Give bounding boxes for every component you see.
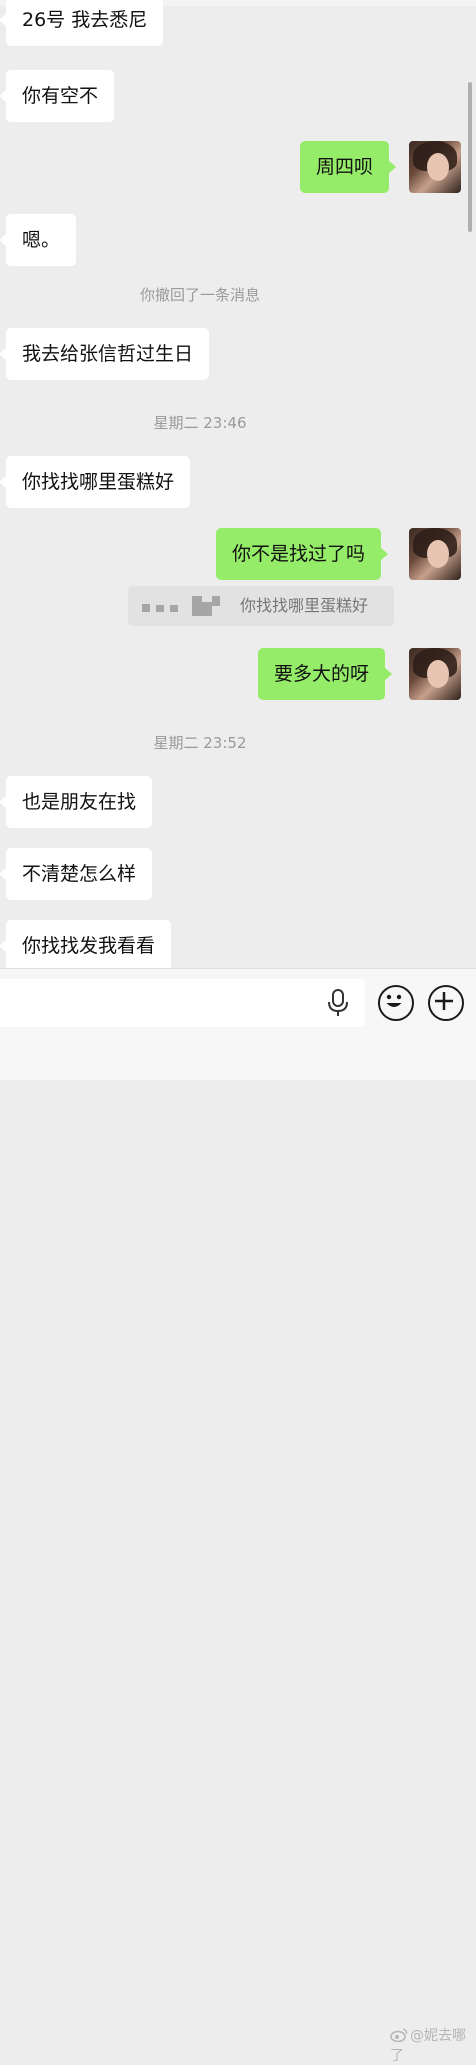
recall-notice: 你撤回了一条消息 [139, 286, 260, 304]
scrollbar[interactable] [468, 82, 472, 232]
blurred-name [140, 596, 230, 616]
quoted-text: 你找找哪里蛋糕好 [240, 596, 369, 615]
message-bubble-outgoing[interactable]: 要多大的呀 [258, 648, 393, 700]
message-bubble-outgoing[interactable]: 周四呗 [300, 141, 397, 193]
message-bubble-outgoing[interactable]: 你不是找过了吗 [216, 528, 389, 580]
more-button[interactable] [428, 985, 464, 1021]
message-bubble-incoming[interactable]: 不清楚怎么样 [0, 848, 153, 900]
watermark: @妮去哪了 [390, 2025, 476, 2065]
timestamp: 星期二 23:46 [153, 414, 247, 432]
smiley-icon [386, 994, 401, 1007]
message-input[interactable] [0, 979, 365, 1027]
quoted-message[interactable]: 你找找哪里蛋糕好 [128, 586, 394, 626]
my-avatar[interactable] [409, 141, 461, 193]
message-bubble-incoming[interactable]: 嗯。 [0, 214, 77, 266]
plus-icon [434, 991, 453, 1010]
timestamp: 星期二 23:52 [153, 734, 247, 752]
microphone-icon[interactable] [327, 989, 349, 1017]
my-avatar[interactable] [409, 528, 461, 580]
input-bar: @妮去哪了 [0, 968, 476, 2064]
message-bubble-incoming[interactable]: 26号 我去悉尼 [0, 0, 164, 46]
message-bubble-incoming[interactable]: 我去给张信哲过生日 [0, 328, 210, 380]
weibo-logo-icon [390, 2028, 408, 2042]
emoji-button[interactable] [378, 985, 414, 1021]
message-bubble-incoming[interactable]: 你找找发我看看 [0, 920, 172, 968]
my-avatar[interactable] [409, 648, 461, 700]
message-bubble-incoming[interactable]: 你找找哪里蛋糕好 [0, 456, 191, 508]
message-bubble-incoming[interactable]: 你有空不 [0, 70, 115, 122]
message-bubble-incoming[interactable]: 也是朋友在找 [0, 776, 153, 828]
chat-area[interactable]: 26号 我去悉尼 你有空不 周四呗 嗯。 你撤回了一条消息 我去给张信哲过生日 … [0, 0, 476, 968]
